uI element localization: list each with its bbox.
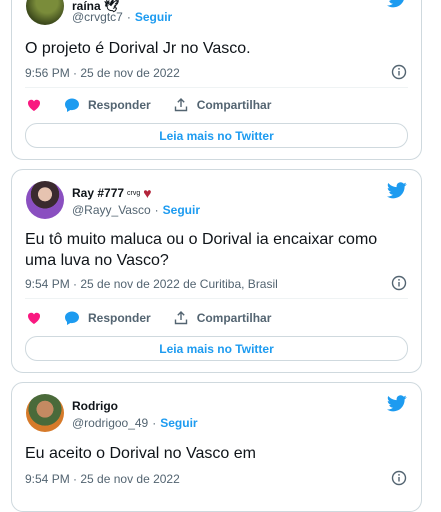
read-more-button[interactable]: Leia mais no Twitter [25,336,408,361]
separator-dot: · [154,203,159,217]
share-label: Compartilhar [196,311,272,325]
like-button[interactable] [26,97,42,113]
tweet-timestamp[interactable]: 9:54 PM · 25 de nov de 2022 de Curitiba,… [25,277,278,291]
info-icon[interactable] [391,64,407,80]
tweet-timestamp[interactable]: 9:56 PM · 25 de nov de 2022 [25,66,180,80]
author-handle-row: @Rayy_Vasco · Seguir [72,203,200,217]
reply-button[interactable]: Responder [64,310,151,326]
tweet-text: O projeto é Dorival Jr no Vasco. [25,40,251,57]
separator-dot: · [152,416,157,430]
follow-link[interactable]: Seguir [160,416,197,430]
info-icon[interactable] [391,470,407,486]
tweet-text: Eu tô muito maluca ou o Dorival ia encai… [25,231,378,269]
divider [25,87,408,88]
tweet-actions: Responder Compartilhar [26,97,293,113]
tweet-card: raína 🕊 @crvgtc7 · Seguir O projeto é Do… [11,0,422,160]
author-handle[interactable]: @rodrigoo_49 [72,416,148,430]
separator-dot: · [126,10,131,24]
read-more-button[interactable]: Leia mais no Twitter [25,123,408,148]
avatar[interactable] [26,181,64,219]
author-name-text: Ray #777 [72,186,125,200]
divider [25,298,408,299]
tweet-text: Eu aceito o Dorival no Vasco em [25,445,256,462]
follow-link[interactable]: Seguir [163,203,200,217]
twitter-bird-icon[interactable] [387,182,407,199]
reply-bubble-icon [65,98,79,112]
avatar[interactable] [26,0,64,25]
follow-link[interactable]: Seguir [135,10,172,24]
share-icon [174,98,187,112]
tweet-actions: Responder Compartilhar [26,310,293,326]
author-name[interactable]: Rodrigo [72,399,118,413]
heart-emoji: ♥ [143,185,152,201]
reply-label: Responder [88,311,151,325]
reply-bubble-icon [65,311,79,325]
like-heart-icon [27,312,41,324]
avatar[interactable] [26,394,64,432]
author-handle[interactable]: @crvgtc7 [72,10,123,24]
name-badge: crvg [127,189,141,197]
author-name-text: Rodrigo [72,399,118,413]
tweet-card: Ray #777 crvg ♥ @Rayy_Vasco · Seguir Eu … [11,169,422,373]
reply-button[interactable]: Responder [64,97,151,113]
share-button[interactable]: Compartilhar [173,97,272,113]
author-handle-row: @crvgtc7 · Seguir [72,10,172,24]
author-name[interactable]: Ray #777 crvg ♥ [72,185,152,201]
like-heart-icon [27,99,41,111]
share-button[interactable]: Compartilhar [173,310,272,326]
info-icon[interactable] [391,275,407,291]
like-button[interactable] [26,310,42,326]
share-label: Compartilhar [196,98,272,112]
twitter-bird-icon[interactable] [387,395,407,412]
tweet-card: Rodrigo @rodrigoo_49 · Seguir Eu aceito … [11,382,422,512]
reply-label: Responder [88,98,151,112]
author-handle-row: @rodrigoo_49 · Seguir [72,416,198,430]
tweet-timestamp[interactable]: 9:54 PM · 25 de nov de 2022 [25,472,180,486]
share-icon [174,311,187,325]
author-handle[interactable]: @Rayy_Vasco [72,203,151,217]
twitter-bird-icon[interactable] [387,0,407,8]
